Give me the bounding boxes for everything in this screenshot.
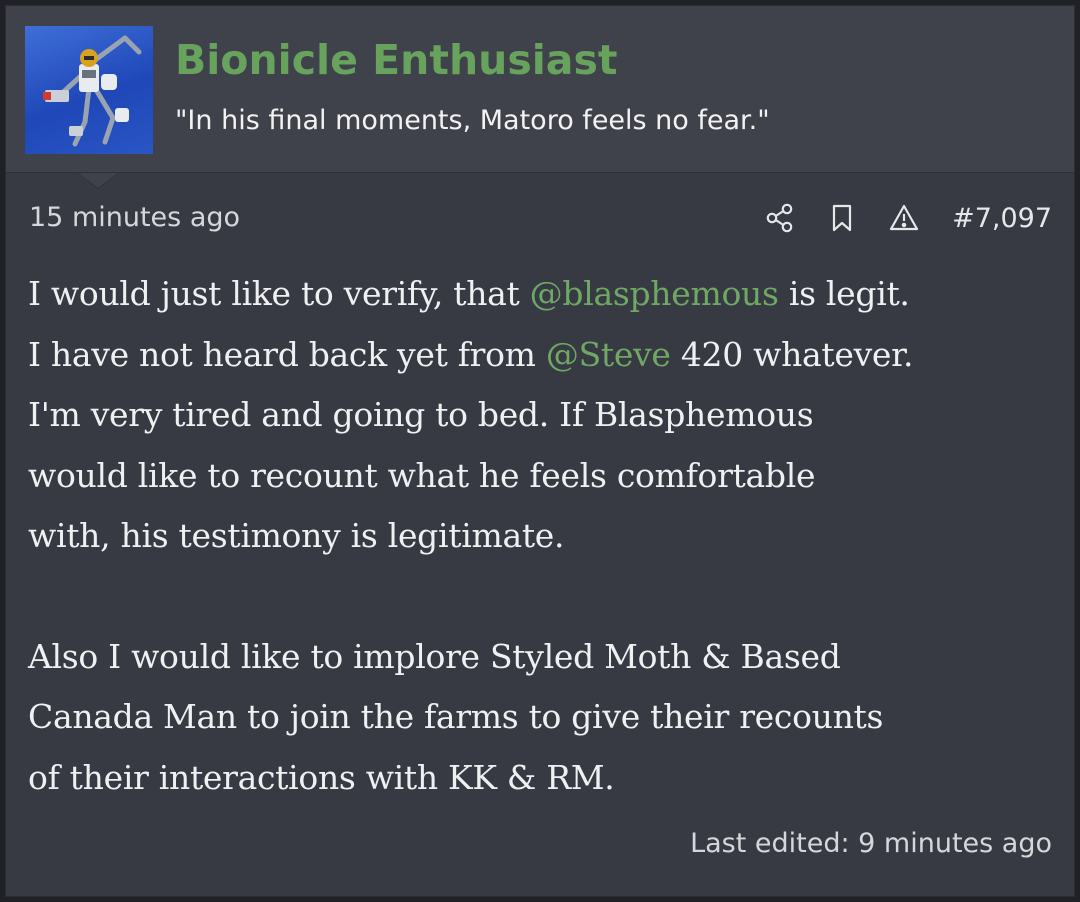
post-timestamp[interactable]: 15 minutes ago	[29, 202, 240, 233]
body-line: with, his testimony is legitimate.	[28, 516, 565, 555]
user-header: Bionicle Enthusiast "In his final moment…	[6, 6, 1074, 173]
avatar[interactable]	[25, 26, 153, 154]
bookmark-icon[interactable]	[824, 200, 860, 236]
body-line: Canada Man to join the farms to give the…	[28, 697, 884, 736]
mention-link[interactable]: @Steve	[546, 335, 671, 374]
forum-post: Bionicle Enthusiast "In his final moment…	[5, 5, 1075, 897]
body-line: I'm very tired and going to bed. If Blas…	[28, 395, 814, 434]
report-icon[interactable]	[886, 200, 922, 236]
mention-link[interactable]: @blasphemous	[530, 274, 779, 313]
body-line: Also I would like to implore Styled Moth…	[28, 636, 841, 676]
bionicle-figure-icon	[43, 35, 142, 147]
body-text: is legit.	[778, 274, 910, 313]
body-text: I would just like to verify, that	[28, 274, 530, 313]
body-line: of their interactions with KK & RM.	[28, 757, 615, 797]
body-line: I would just like to verify, that @blasp…	[28, 264, 1068, 325]
body-text: 420 whatever.	[670, 334, 914, 374]
post-actions: #7,097	[762, 198, 1052, 238]
user-title: "In his final moments, Matoro feels no f…	[175, 105, 770, 136]
post-number[interactable]: #7,097	[952, 203, 1052, 234]
last-edited: Last edited: 9 minutes ago	[690, 828, 1052, 859]
share-icon[interactable]	[762, 200, 798, 236]
username[interactable]: Bionicle Enthusiast	[175, 36, 617, 85]
body-text: I have not heard back yet from	[28, 334, 546, 374]
post-body: I would just like to verify, that @blasp…	[28, 264, 1068, 808]
body-line: would like to recount what he feels comf…	[28, 455, 816, 495]
body-line: I have not heard back yet from @Steve 42…	[28, 325, 1068, 386]
post-meta-bar: 15 minutes ago #7,097	[6, 196, 1074, 240]
header-pointer	[78, 173, 118, 188]
